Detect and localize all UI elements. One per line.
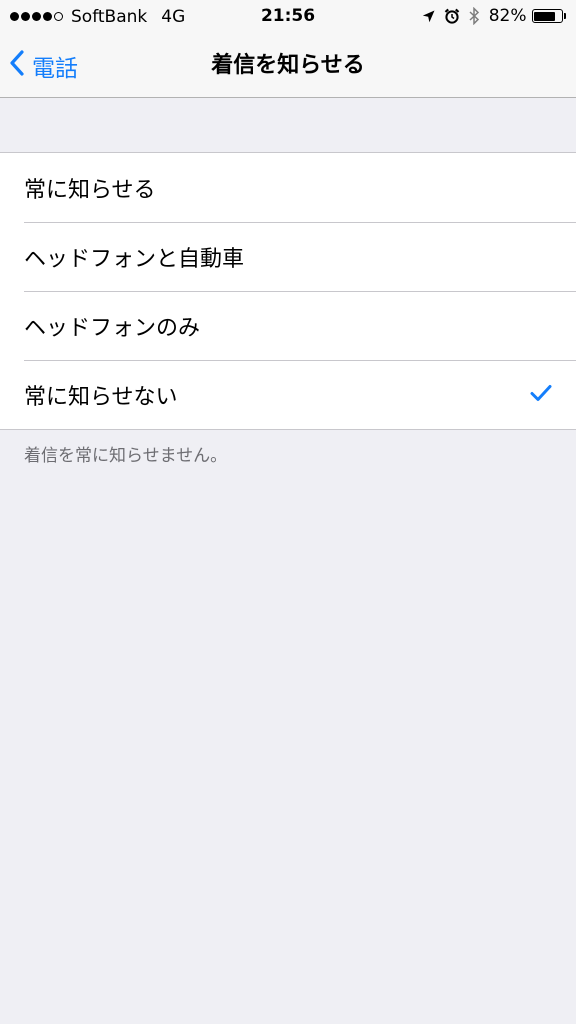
option-headphones-only[interactable]: ヘッドフォンのみ xyxy=(0,291,576,360)
location-arrow-icon xyxy=(422,10,435,23)
battery-cap xyxy=(563,13,566,19)
status-bar: SoftBank 4G 21:56 82% xyxy=(0,0,576,33)
section-footer: 着信を常に知らせません。 xyxy=(24,446,228,466)
bluetooth-icon xyxy=(469,7,480,25)
option-label: 常に知らせない xyxy=(24,384,178,410)
checkmark-icon xyxy=(530,382,552,407)
battery-icon xyxy=(531,9,563,23)
option-label: 常に知らせる xyxy=(24,177,156,203)
back-button[interactable]: 電話 xyxy=(10,33,78,98)
option-headphones-and-car[interactable]: ヘッドフォンと自動車 xyxy=(0,222,576,291)
battery-percent: 82% xyxy=(488,6,527,26)
navigation-bar: 着信を知らせる 電話 xyxy=(0,33,576,98)
alarm-clock-icon xyxy=(444,8,460,24)
option-label: ヘッドフォンのみ xyxy=(24,315,201,341)
ringer-options-list: 常に知らせる ヘッドフォンと自動車 ヘッドフォンのみ 常に知らせない xyxy=(0,152,576,430)
back-button-label: 電話 xyxy=(32,55,78,82)
option-never[interactable]: 常に知らせない xyxy=(0,360,576,429)
battery-fill xyxy=(534,11,556,21)
status-right: 82% xyxy=(422,5,566,27)
page-title: 着信を知らせる xyxy=(211,53,365,78)
chevron-left-icon xyxy=(10,49,32,82)
option-label: ヘッドフォンと自動車 xyxy=(24,246,245,272)
option-always[interactable]: 常に知らせる xyxy=(0,153,576,222)
